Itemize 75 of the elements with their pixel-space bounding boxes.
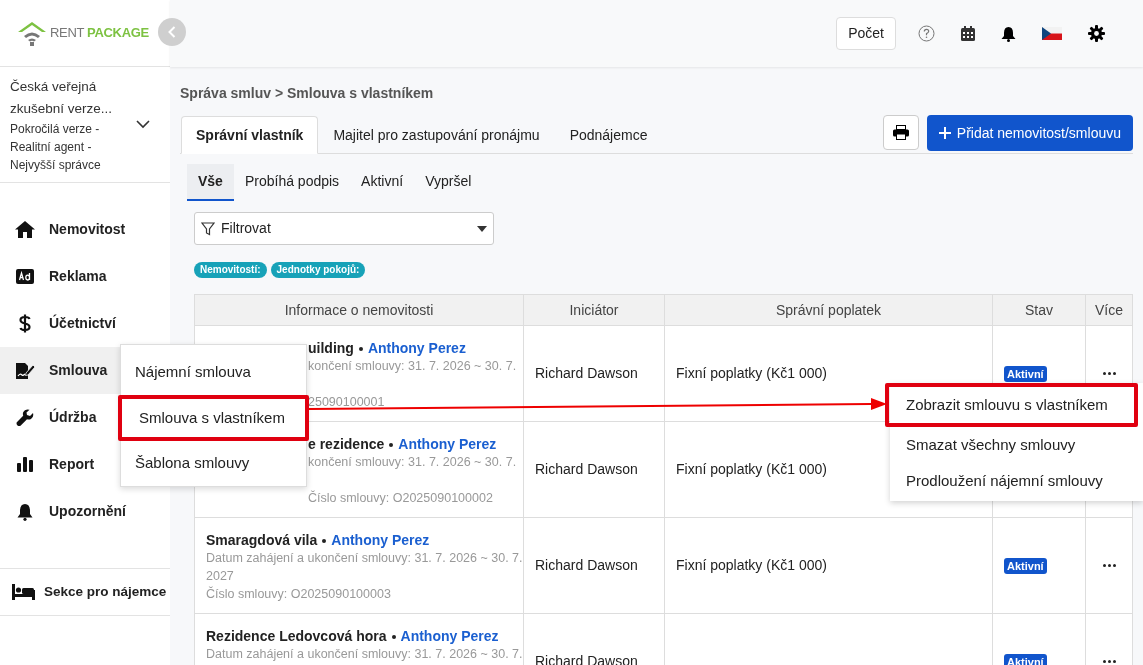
- help-icon[interactable]: [918, 25, 935, 42]
- contract-number: Číslo smlouvy: O2025090100002: [308, 489, 494, 507]
- initiator-name: Richard Dawson: [535, 556, 638, 575]
- property-name: Rezidence Ledovcová hora: [206, 628, 387, 644]
- plus-icon: [938, 127, 951, 139]
- bell-icon[interactable]: [1001, 25, 1016, 42]
- filter-icon: [201, 221, 215, 236]
- contract-dates: končení smlouvy: 31. 7. 2026 ~ 30. 7.: [308, 454, 518, 471]
- bell-icon: [16, 502, 33, 521]
- more-icon[interactable]: [1102, 564, 1116, 567]
- more-icon[interactable]: [1102, 660, 1116, 663]
- tab[interactable]: Podnájemce: [554, 116, 663, 154]
- subtab[interactable]: Probíhá podpis: [233, 164, 351, 201]
- add-button[interactable]: Přidat nemovitost/smlouvu: [926, 115, 1133, 151]
- bar-chart-icon: [16, 457, 33, 472]
- initiator-name: Richard Dawson: [535, 364, 638, 383]
- flag-icon[interactable]: [1042, 27, 1062, 40]
- breadcrumb: Správa smluv > Smlouva s vlastníkem: [180, 84, 435, 101]
- menu-item[interactable]: Smlouva s vlastníkem: [118, 395, 309, 441]
- owner-link[interactable]: Anthony Perez: [400, 628, 499, 644]
- menu-item[interactable]: Zobrazit smlouvu s vlastníkem: [885, 383, 1138, 427]
- bed-icon: [12, 584, 35, 600]
- owner-link[interactable]: Anthony Perez: [398, 436, 497, 452]
- settings-icon[interactable]: [1088, 25, 1105, 42]
- fee-text: Fixní poplatky (Kč1 000): [676, 556, 827, 575]
- property-name: Smaragdová vila: [206, 532, 318, 548]
- contract-number: Číslo smlouvy: O2025090100003: [206, 585, 392, 603]
- column-header: Iniciátor: [523, 295, 664, 325]
- menu-item[interactable]: Prodloužení nájemní smlouvy: [890, 463, 1143, 499]
- chevron-left-icon: [168, 26, 176, 38]
- filter-select[interactable]: Filtrovat: [194, 212, 494, 245]
- caret-icon: [477, 225, 487, 232]
- printer-icon: [892, 125, 909, 140]
- menu-item[interactable]: Smazat všechny smlouvy: [890, 427, 1143, 463]
- logo-icon: [17, 20, 47, 46]
- filter-tag: Jednotky pokojů:: [270, 262, 366, 278]
- account-name: Česká veřejná zkušební verze...: [10, 77, 114, 118]
- account-role: Pokročilá verze - Realitní agent - Nejvyšší správce: [10, 120, 102, 174]
- owner-link[interactable]: Anthony Perez: [367, 340, 466, 356]
- column-header: Více: [1085, 295, 1132, 325]
- dollar-icon: [18, 314, 31, 333]
- subtab[interactable]: Vše: [187, 164, 234, 201]
- status-badge: Aktivní: [1004, 557, 1047, 574]
- count-button[interactable]: Počet: [836, 17, 896, 50]
- owner-link[interactable]: Anthony Perez: [331, 532, 430, 548]
- fee-text: Fixní poplatky (Kč1 000): [676, 364, 827, 383]
- calendar-icon[interactable]: [961, 26, 975, 41]
- contract-dates: Datum zahájení a ukončení smlouvy: 31. 7. 2026 ~ 30. 7.: [206, 646, 523, 663]
- tab[interactable]: Majitel pro zastupování pronájmu: [318, 116, 555, 154]
- wrench-icon: [15, 408, 34, 427]
- subtab[interactable]: Vypršel: [414, 164, 483, 201]
- column-header: Stav: [992, 295, 1085, 325]
- nav-item[interactable]: Sekce pro nájemce: [0, 568, 170, 616]
- status-badge: Aktivní: [1004, 365, 1047, 382]
- contract-dates: končení smlouvy: 31. 7. 2026 ~ 30. 7.: [308, 358, 518, 375]
- contract-dates-end: 2027: [206, 568, 235, 585]
- chevron-down-icon[interactable]: [136, 120, 150, 129]
- filter-tag: Nemovitostí:: [194, 262, 267, 278]
- print-button[interactable]: [882, 115, 919, 150]
- fee-text: Fixní poplatky (Kč1 000): [676, 460, 827, 479]
- subtab[interactable]: Aktivní: [350, 164, 415, 201]
- logo-wordmark: RENT PACKAGE: [50, 24, 149, 43]
- initiator-name: Richard Dawson: [535, 460, 638, 479]
- contract-icon: [14, 361, 35, 380]
- home-icon: [14, 221, 35, 238]
- contract-number: 25090100001: [308, 394, 386, 411]
- property-name: uilding: [308, 340, 354, 356]
- contract-dates: Datum zahájení a ukončení smlouvy: 31. 7. 2026 ~ 30. 7.: [206, 550, 523, 567]
- status-badge: Aktivní: [1004, 653, 1047, 665]
- tab[interactable]: Správní vlastník: [181, 116, 319, 154]
- more-icon[interactable]: [1102, 372, 1116, 375]
- ad-icon: [15, 269, 34, 284]
- property-name: e rezidence: [308, 436, 385, 452]
- column-header: Informace o nemovitosti: [283, 300, 435, 320]
- column-header: Správní poplatek: [664, 295, 992, 325]
